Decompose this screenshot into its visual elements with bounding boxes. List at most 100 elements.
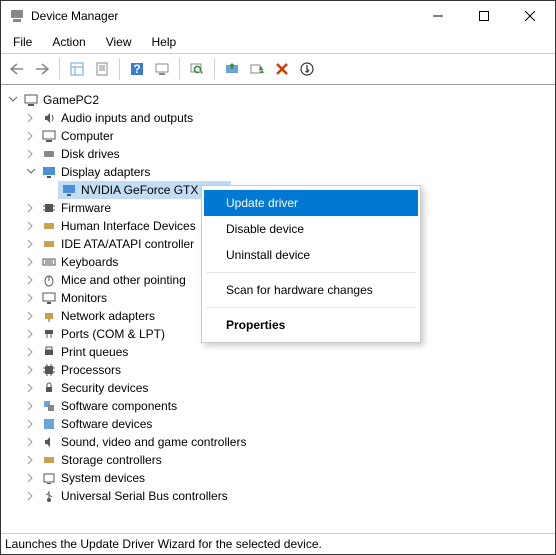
expand-icon[interactable] [24, 489, 38, 503]
menu-action[interactable]: Action [44, 33, 93, 51]
category-label: Sound, video and game controllers [61, 435, 246, 449]
context-menu-scan-hardware[interactable]: Scan for hardware changes [204, 277, 418, 303]
context-menu-divider [206, 272, 416, 273]
security-icon [41, 380, 57, 396]
category-label: Human Interface Devices [61, 219, 196, 233]
software-icon [41, 398, 57, 414]
category-label: Mice and other pointing [61, 273, 186, 287]
minimize-button[interactable] [415, 1, 461, 31]
category-label: Software devices [61, 417, 152, 431]
category-label: Monitors [61, 291, 107, 305]
forward-button[interactable] [30, 57, 54, 81]
collapse-icon[interactable] [24, 165, 38, 179]
expand-icon[interactable] [24, 399, 38, 413]
expand-icon[interactable] [24, 417, 38, 431]
disable-device-toolbar-button[interactable] [245, 57, 269, 81]
status-bar: Launches the Update Driver Wizard for th… [1, 533, 555, 554]
processor-icon [41, 362, 57, 378]
tree-category[interactable]: Display adapters [2, 163, 554, 181]
expand-icon[interactable] [24, 291, 38, 305]
tree-category[interactable]: Processors [2, 361, 554, 379]
tree-category[interactable]: Software devices [2, 415, 554, 433]
audio-icon [41, 434, 57, 450]
category-label: Print queues [61, 345, 128, 359]
expand-icon[interactable] [24, 363, 38, 377]
category-label: Security devices [61, 381, 148, 395]
category-label: Storage controllers [61, 453, 162, 467]
context-menu-update-driver[interactable]: Update driver [204, 190, 418, 216]
expand-icon[interactable] [24, 147, 38, 161]
category-label: Keyboards [61, 255, 118, 269]
category-label: Computer [61, 129, 114, 143]
expand-icon[interactable] [24, 309, 38, 323]
tree-category[interactable]: Security devices [2, 379, 554, 397]
network-icon [41, 308, 57, 324]
maximize-button[interactable] [461, 1, 507, 31]
software-icon [41, 416, 57, 432]
expand-icon[interactable] [24, 219, 38, 233]
expand-icon[interactable] [24, 471, 38, 485]
category-label: Network adapters [61, 309, 155, 323]
scan-hardware-toolbar-button[interactable] [185, 57, 209, 81]
close-button[interactable] [507, 1, 553, 31]
expand-icon[interactable] [24, 237, 38, 251]
menu-file[interactable]: File [5, 33, 40, 51]
monitor-icon [41, 290, 57, 306]
printer-icon [41, 344, 57, 360]
category-label: IDE ATA/ATAPI controller [61, 237, 194, 251]
expand-icon[interactable] [24, 453, 38, 467]
context-menu-uninstall-device[interactable]: Uninstall device [204, 242, 418, 268]
uninstall-device-toolbar-button[interactable] [270, 57, 294, 81]
toolbar-separator [214, 58, 215, 80]
svg-text:?: ? [133, 62, 140, 76]
menu-view[interactable]: View [98, 33, 140, 51]
context-menu: Update driver Disable device Uninstall d… [201, 185, 421, 343]
expand-icon[interactable] [24, 381, 38, 395]
category-label: Disk drives [61, 147, 120, 161]
expand-icon[interactable] [24, 345, 38, 359]
tree-category[interactable]: Print queues [2, 343, 554, 361]
properties-toolbar-button[interactable] [90, 57, 114, 81]
storage-icon [41, 452, 57, 468]
tree-category[interactable]: Software components [2, 397, 554, 415]
keyboard-icon [41, 254, 57, 270]
back-button[interactable] [5, 57, 29, 81]
expand-icon[interactable] [6, 93, 20, 107]
category-label: Display adapters [61, 165, 150, 179]
status-text: Launches the Update Driver Wizard for th… [5, 537, 322, 551]
category-label: Software components [61, 399, 177, 413]
window-title: Device Manager [31, 9, 415, 23]
expand-icon[interactable] [24, 129, 38, 143]
tree-category[interactable]: Computer [2, 127, 554, 145]
tree-category[interactable]: Disk drives [2, 145, 554, 163]
menu-help[interactable]: Help [144, 33, 185, 51]
context-menu-divider [206, 307, 416, 308]
add-legacy-toolbar-button[interactable] [295, 57, 319, 81]
firmware-icon [41, 200, 57, 216]
update-driver-toolbar-button[interactable] [220, 57, 244, 81]
expand-icon[interactable] [24, 255, 38, 269]
expand-icon[interactable] [24, 327, 38, 341]
disk-icon [41, 146, 57, 162]
computer-toolbar-button[interactable] [150, 57, 174, 81]
show-hide-tree-button[interactable] [65, 57, 89, 81]
tree-category[interactable]: Sound, video and game controllers [2, 433, 554, 451]
expand-icon[interactable] [24, 201, 38, 215]
tree-category[interactable]: System devices [2, 469, 554, 487]
expand-icon[interactable] [24, 273, 38, 287]
tree-root[interactable]: GamePC2 [2, 91, 554, 109]
expand-icon[interactable] [24, 111, 38, 125]
tree-category[interactable]: Storage controllers [2, 451, 554, 469]
display-icon [61, 182, 77, 198]
tree-category[interactable]: Audio inputs and outputs [2, 109, 554, 127]
expand-icon[interactable] [24, 435, 38, 449]
category-label: Audio inputs and outputs [61, 111, 193, 125]
context-menu-properties[interactable]: Properties [204, 312, 418, 338]
root-label: GamePC2 [43, 93, 99, 107]
context-menu-disable-device[interactable]: Disable device [204, 216, 418, 242]
tree-category[interactable]: Universal Serial Bus controllers [2, 487, 554, 505]
ide-icon [41, 236, 57, 252]
mouse-icon [41, 272, 57, 288]
help-toolbar-button[interactable]: ? [125, 57, 149, 81]
category-label: Universal Serial Bus controllers [61, 489, 228, 503]
